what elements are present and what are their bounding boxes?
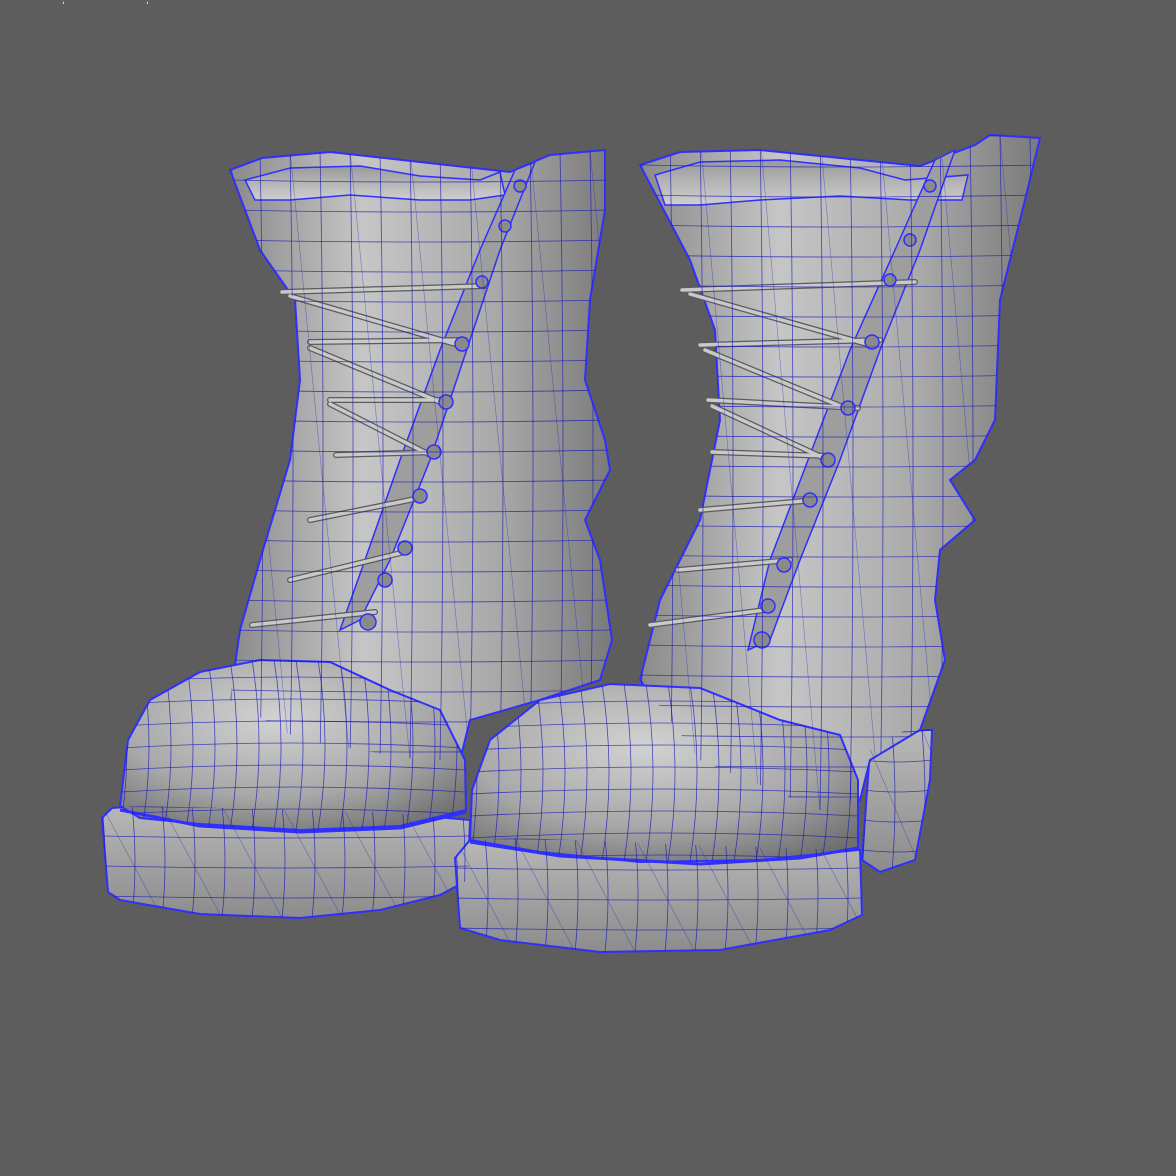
mesh-edge — [640, 135, 1040, 138]
viewport-canvas[interactable] — [0, 0, 1176, 1176]
3d-viewport[interactable]: ‚ ‚ — [0, 0, 1176, 1176]
mesh-edge — [1029, 135, 1034, 810]
mesh-edge — [230, 150, 612, 153]
mesh-edge — [999, 135, 1040, 810]
mesh-edge — [921, 730, 932, 872]
